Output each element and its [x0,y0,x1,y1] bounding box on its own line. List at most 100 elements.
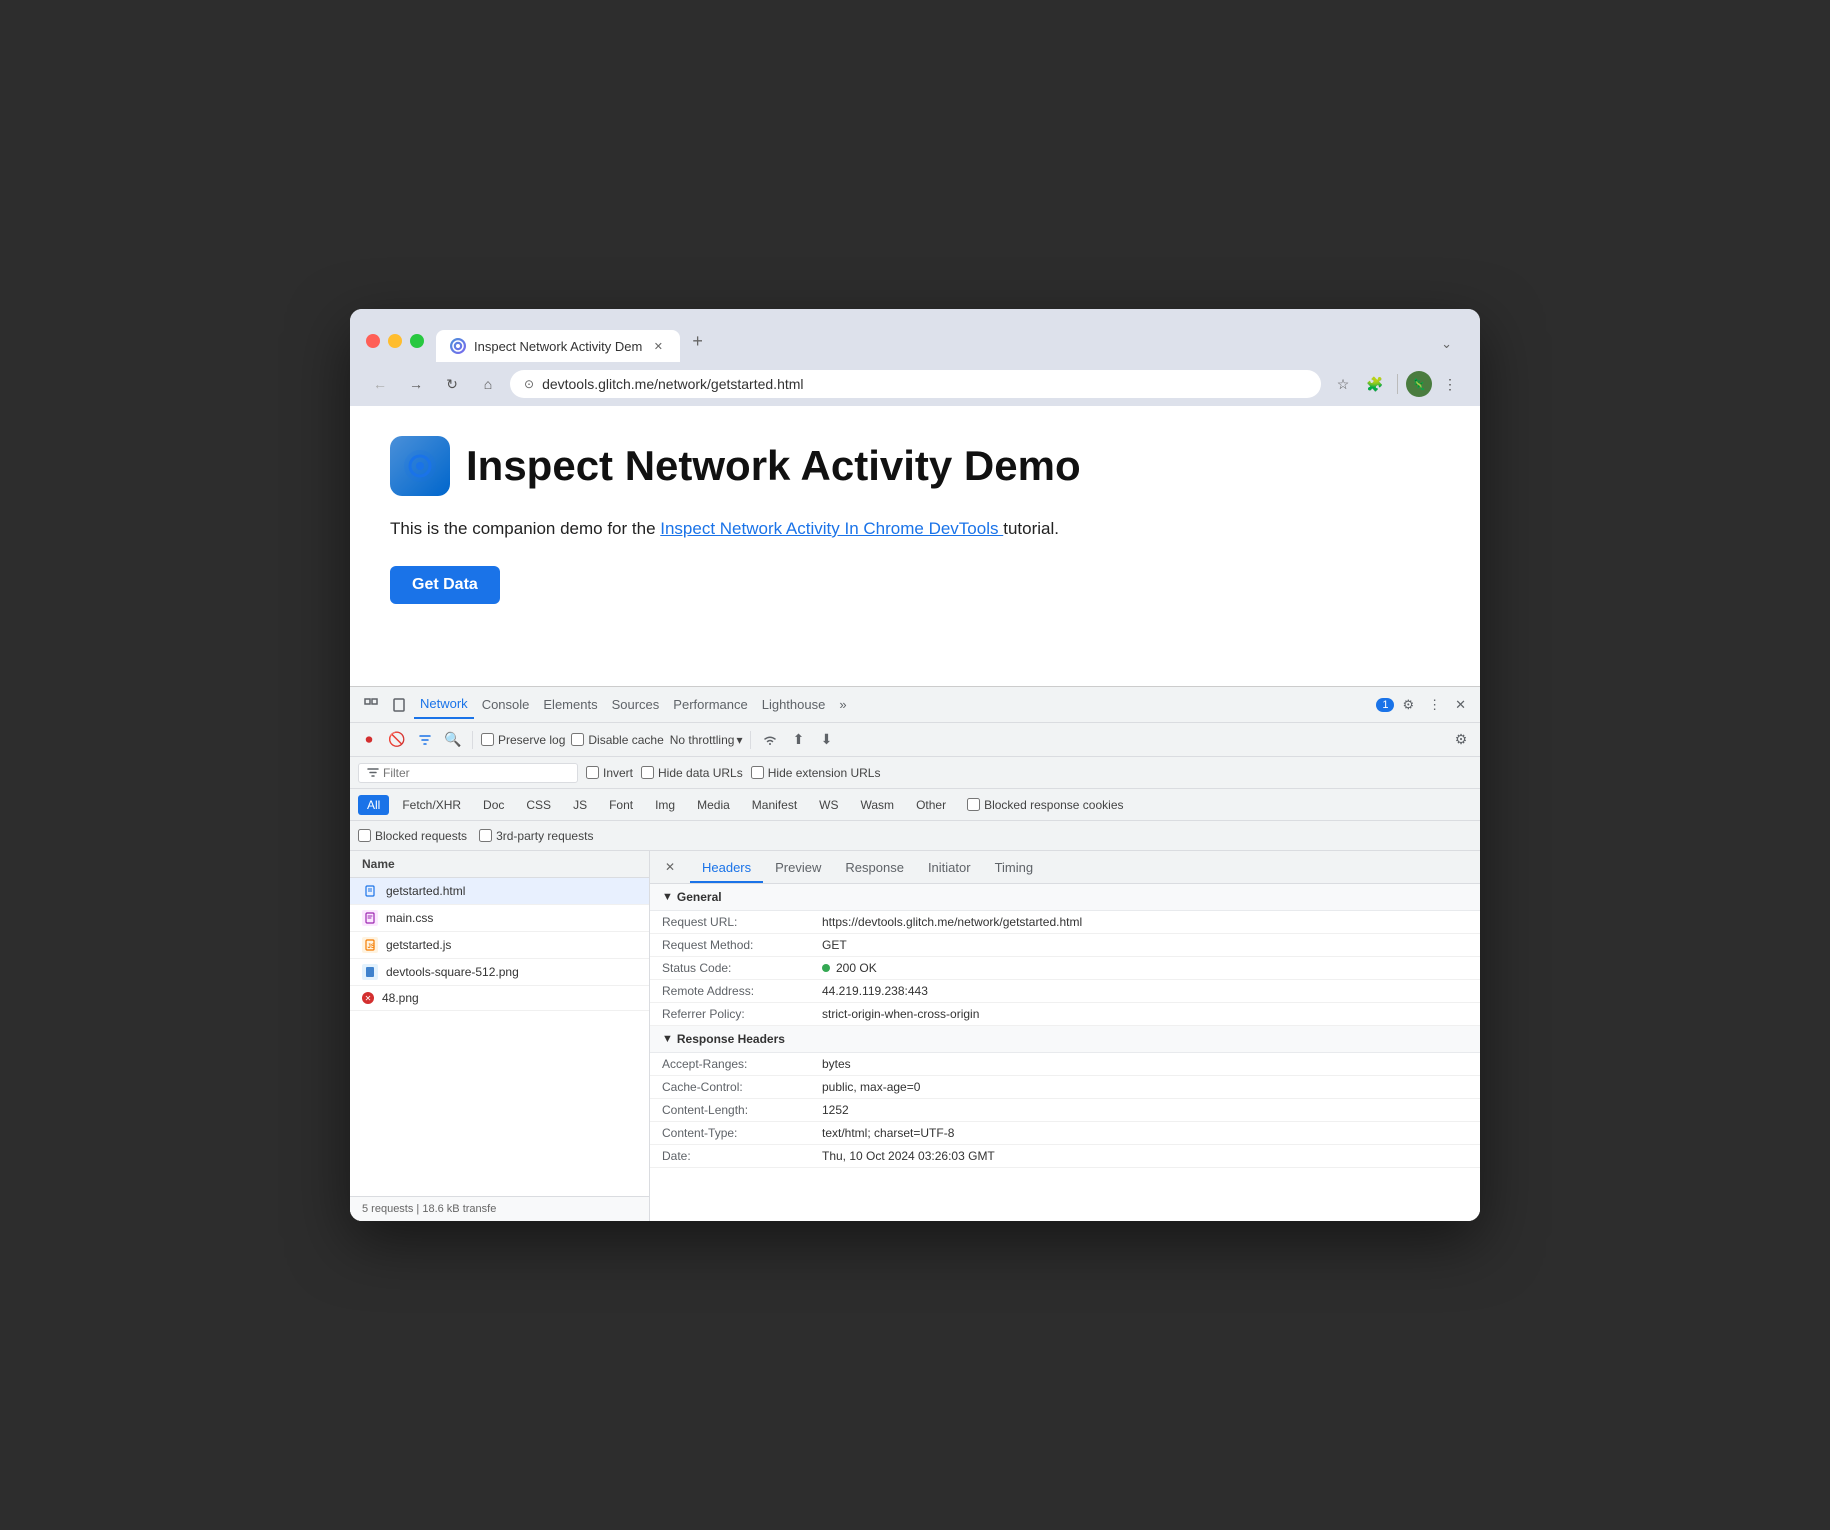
preserve-log-label[interactable]: Preserve log [481,733,565,747]
extension-button[interactable]: 🧩 [1361,370,1389,398]
filter-options: Invert Hide data URLs Hide extension URL… [586,766,880,780]
address-bar[interactable]: ⊙ devtools.glitch.me/network/getstarted.… [510,370,1321,398]
disable-cache-label[interactable]: Disable cache [571,733,663,747]
blocked-requests-checkbox[interactable] [358,829,371,842]
response-headers-section-header[interactable]: ▼ Response Headers [650,1026,1480,1053]
clear-btn[interactable]: 🚫 [386,729,408,751]
minimize-traffic-light[interactable] [388,334,402,348]
type-btn-media[interactable]: Media [688,795,739,815]
devtools-more-btn[interactable]: ⋮ [1422,691,1447,719]
file-item-getstarted-html[interactable]: getstarted.html [350,878,649,905]
file-item-getstarted-js[interactable]: JS getstarted.js [350,932,649,959]
referrer-policy-row: Referrer Policy: strict-origin-when-cros… [650,1003,1480,1026]
tab-close-button[interactable]: ✕ [650,338,666,354]
devtools-close-btn[interactable]: ✕ [1449,691,1472,719]
type-btn-font[interactable]: Font [600,795,642,815]
menu-button[interactable]: ⋮ [1436,370,1464,398]
request-method-key: Request Method: [662,938,822,952]
type-btn-img[interactable]: Img [646,795,684,815]
type-btn-wasm[interactable]: Wasm [852,795,904,815]
hide-ext-urls-text: Hide extension URLs [768,766,881,780]
record-stop-btn[interactable]: ⏺ [358,729,380,751]
nav-divider [1397,374,1398,394]
type-btn-js[interactable]: JS [564,795,596,815]
details-tab-response[interactable]: Response [833,854,916,883]
preserve-log-checkbox[interactable] [481,733,494,746]
hide-ext-urls-label[interactable]: Hide extension URLs [751,766,881,780]
third-party-checkbox[interactable] [479,829,492,842]
tutorial-link[interactable]: Inspect Network Activity In Chrome DevTo… [660,519,1003,538]
blocked-requests-label[interactable]: Blocked requests [358,829,467,843]
blocked-cookies-checkbox[interactable] [967,798,980,811]
type-btn-css[interactable]: CSS [517,795,560,815]
details-tab-headers[interactable]: Headers [690,854,763,883]
type-btn-fetch-xhr[interactable]: Fetch/XHR [393,795,470,815]
devtools-inspect-btn[interactable] [358,691,384,719]
hide-data-urls-label[interactable]: Hide data URLs [641,766,743,780]
file-item-48-png[interactable]: ✕ 48.png [350,986,649,1011]
devtools-tab-elements[interactable]: Elements [537,691,603,719]
devtools-device-btn[interactable] [386,691,412,719]
type-btn-all[interactable]: All [358,795,389,815]
general-section-header[interactable]: ▼ General [650,884,1480,911]
request-method-row: Request Method: GET [650,934,1480,957]
details-tab-initiator[interactable]: Initiator [916,854,983,883]
maximize-traffic-light[interactable] [410,334,424,348]
status-green-dot [822,964,830,972]
forward-button[interactable]: → [402,370,430,398]
type-btn-other[interactable]: Other [907,795,955,815]
close-traffic-light[interactable] [366,334,380,348]
devtools-tab-more[interactable]: » [833,691,852,719]
reload-button[interactable]: ↻ [438,370,466,398]
devtools-tab-performance[interactable]: Performance [667,691,753,719]
subtitle-suffix: tutorial. [1003,519,1059,538]
bookmark-button[interactable]: ☆ [1329,370,1357,398]
devtools-tab-lighthouse[interactable]: Lighthouse [756,691,832,719]
get-data-button[interactable]: Get Data [390,566,500,604]
file-item-devtools-png[interactable]: devtools-square-512.png [350,959,649,986]
throttle-control[interactable]: No throttling ▾ [670,733,743,747]
network-settings-btn[interactable]: ⚙ [1450,729,1472,751]
page-content: Inspect Network Activity Demo This is th… [350,406,1480,686]
filter-input[interactable] [383,766,543,780]
blocked-cookies-label[interactable]: Blocked response cookies [967,798,1123,812]
details-tab-preview[interactable]: Preview [763,854,833,883]
export-btn[interactable]: ⬇ [815,729,837,751]
hide-ext-urls-checkbox[interactable] [751,766,764,779]
third-party-label[interactable]: 3rd-party requests [479,829,593,843]
remote-address-key: Remote Address: [662,984,822,998]
devtools-tab-console[interactable]: Console [476,691,536,719]
hide-data-urls-checkbox[interactable] [641,766,654,779]
search-btn[interactable]: 🔍 [442,729,464,751]
profile-avatar[interactable]: 🦎 [1406,371,1432,397]
tab-menu-button[interactable]: ⌄ [1429,328,1464,362]
hide-data-urls-text: Hide data URLs [658,766,743,780]
remote-address-row: Remote Address: 44.219.119.238:443 [650,980,1480,1003]
home-button[interactable]: ⌂ [474,370,502,398]
html-file-icon [362,883,378,899]
file-name-js: getstarted.js [386,938,451,952]
filter-toggle-btn[interactable] [414,729,436,751]
filter-bar: Invert Hide data URLs Hide extension URL… [350,757,1480,789]
wifi-btn[interactable] [759,729,781,751]
type-btn-ws[interactable]: WS [810,795,847,815]
file-list-footer: 5 requests | 18.6 kB transfe [350,1196,649,1221]
new-tab-button[interactable]: + [680,323,715,362]
devtools-tab-sources[interactable]: Sources [606,691,666,719]
devtools-tab-network[interactable]: Network [414,691,474,719]
details-close-btn[interactable]: ✕ [658,851,682,883]
type-btn-doc[interactable]: Doc [474,795,513,815]
back-button[interactable]: ← [366,370,394,398]
details-tab-timing[interactable]: Timing [983,854,1046,883]
devtools-settings-btn[interactable]: ⚙ [1396,691,1420,719]
invert-label[interactable]: Invert [586,766,633,780]
type-btn-manifest[interactable]: Manifest [743,795,806,815]
png-blue-file-icon [362,964,378,980]
disable-cache-checkbox[interactable] [571,733,584,746]
import-btn[interactable]: ⬆ [787,729,809,751]
invert-checkbox[interactable] [586,766,599,779]
content-type-value: text/html; charset=UTF-8 [822,1126,1468,1140]
accept-ranges-key: Accept-Ranges: [662,1057,822,1071]
active-tab[interactable]: Inspect Network Activity Dem ✕ [436,330,680,362]
file-item-main-css[interactable]: main.css [350,905,649,932]
